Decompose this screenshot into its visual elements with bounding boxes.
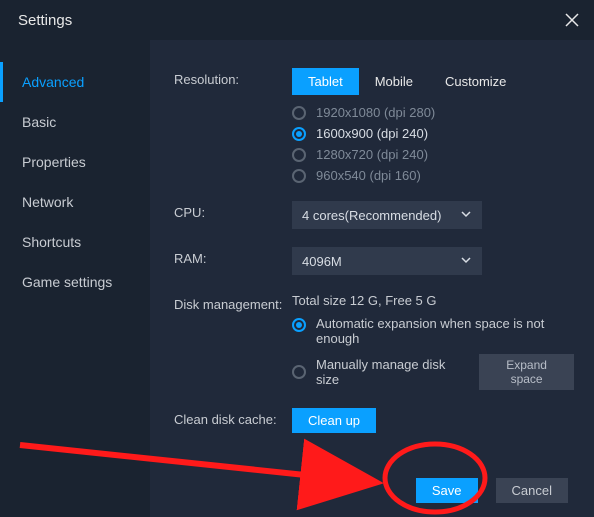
chevron-down-icon xyxy=(460,254,472,269)
resolution-option-label: 1920x1080 (dpi 280) xyxy=(316,105,435,120)
resolution-option[interactable]: 1280x720 (dpi 240) xyxy=(292,147,574,162)
sidebar-item-label: Shortcuts xyxy=(22,234,81,250)
ram-label: RAM: xyxy=(174,247,292,266)
sidebar: Advanced Basic Properties Network Shortc… xyxy=(0,40,150,517)
expand-space-button[interactable]: Expand space xyxy=(479,354,574,390)
sidebar-item-label: Basic xyxy=(22,114,56,130)
resolution-option-label: 1600x900 (dpi 240) xyxy=(316,126,428,141)
sidebar-item-label: Game settings xyxy=(22,274,112,290)
disk-option-label: Manually manage disk size xyxy=(316,357,469,387)
disk-option-manual[interactable]: Manually manage disk size xyxy=(292,357,469,387)
sidebar-item-shortcuts[interactable]: Shortcuts xyxy=(0,222,150,262)
resolution-option[interactable]: 960x540 (dpi 160) xyxy=(292,168,574,183)
radio-icon xyxy=(292,148,306,162)
sidebar-item-label: Advanced xyxy=(22,74,84,90)
disk-info: Total size 12 G, Free 5 G xyxy=(292,293,574,308)
chevron-down-icon xyxy=(460,208,472,223)
sidebar-item-properties[interactable]: Properties xyxy=(0,142,150,182)
ram-select-value: 4096M xyxy=(302,254,342,269)
ram-select[interactable]: 4096M xyxy=(292,247,482,275)
resolution-option-label: 1280x720 (dpi 240) xyxy=(316,147,428,162)
disk-management-label: Disk management: xyxy=(174,293,292,312)
sidebar-item-game-settings[interactable]: Game settings xyxy=(0,262,150,302)
tab-tablet[interactable]: Tablet xyxy=(292,68,359,95)
radio-icon xyxy=(292,365,306,379)
tab-customize[interactable]: Customize xyxy=(429,68,522,95)
tab-mobile[interactable]: Mobile xyxy=(359,68,429,95)
radio-icon xyxy=(292,318,306,332)
cpu-label: CPU: xyxy=(174,201,292,220)
clean-up-button[interactable]: Clean up xyxy=(292,408,376,433)
disk-option-auto[interactable]: Automatic expansion when space is not en… xyxy=(292,316,574,346)
clean-cache-label: Clean disk cache: xyxy=(174,408,292,427)
disk-option-label: Automatic expansion when space is not en… xyxy=(316,316,574,346)
cpu-select-value: 4 cores(Recommended) xyxy=(302,208,441,223)
radio-icon xyxy=(292,127,306,141)
window-title: Settings xyxy=(18,12,72,29)
resolution-option[interactable]: 1600x900 (dpi 240) xyxy=(292,126,574,141)
sidebar-item-basic[interactable]: Basic xyxy=(0,102,150,142)
resolution-option[interactable]: 1920x1080 (dpi 280) xyxy=(292,105,574,120)
resolution-option-label: 960x540 (dpi 160) xyxy=(316,168,421,183)
radio-icon xyxy=(292,169,306,183)
sidebar-item-network[interactable]: Network xyxy=(0,182,150,222)
resolution-tabs: Tablet Mobile Customize xyxy=(292,68,574,95)
settings-panel: Resolution: Tablet Mobile Customize 1920… xyxy=(150,40,594,517)
cancel-button[interactable]: Cancel xyxy=(496,478,568,503)
sidebar-item-advanced[interactable]: Advanced xyxy=(0,62,150,102)
sidebar-item-label: Properties xyxy=(22,154,86,170)
sidebar-item-label: Network xyxy=(22,194,73,210)
resolution-label: Resolution: xyxy=(174,68,292,87)
close-icon[interactable] xyxy=(564,12,580,28)
radio-icon xyxy=(292,106,306,120)
cpu-select[interactable]: 4 cores(Recommended) xyxy=(292,201,482,229)
save-button[interactable]: Save xyxy=(416,478,478,503)
